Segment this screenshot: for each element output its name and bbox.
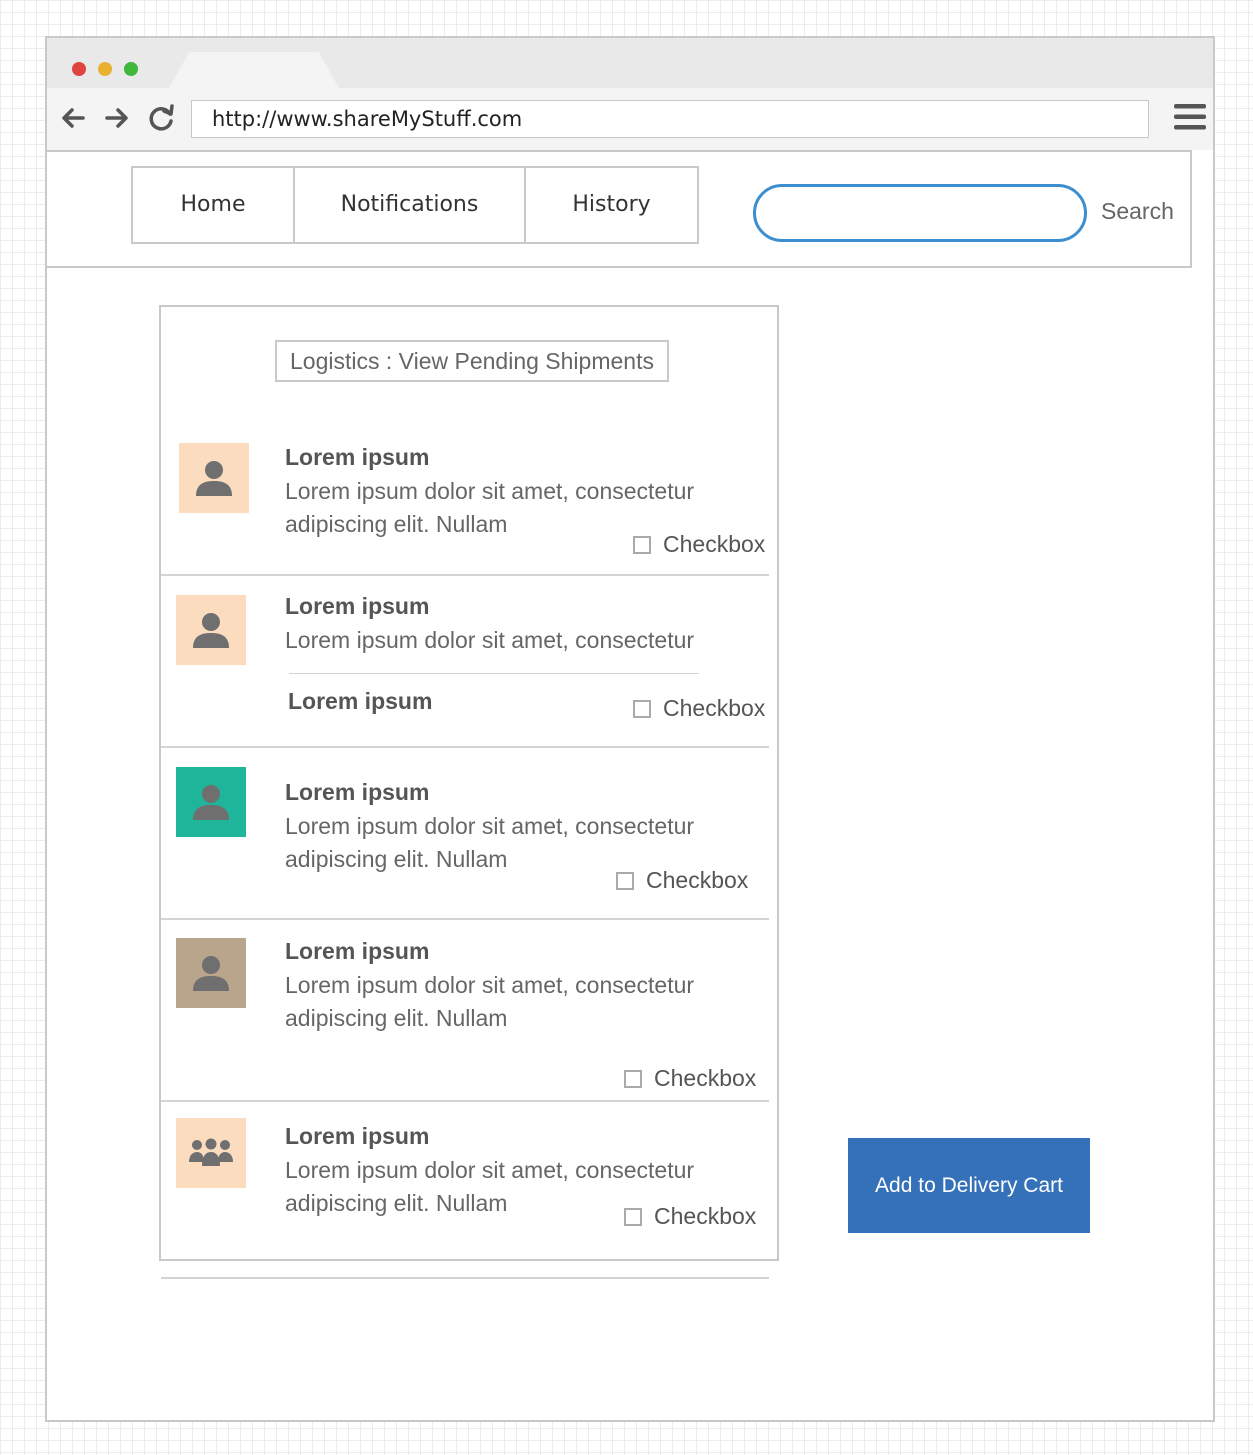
item-subtitle: Lorem ipsum [288,688,433,714]
checkbox-icon[interactable] [633,699,651,718]
item-description: Lorem ipsum dolor sit amet, consectetur … [285,972,695,1031]
checkbox-icon[interactable] [624,1069,642,1088]
person-icon [193,785,229,820]
item-title: Lorem ipsum [285,444,430,470]
item-divider [161,918,769,920]
checkbox-label: Checkbox [646,867,749,893]
avatar [176,1118,246,1188]
item-description: Lorem ipsum dolor sit amet, consectetur [285,627,695,653]
item-checkbox[interactable]: Checkbox [633,531,765,558]
site-navbar: Home Notifications History Search [47,150,1192,268]
add-to-delivery-cart-button[interactable]: Add to Delivery Cart [848,1138,1090,1233]
checkbox-icon[interactable] [624,1207,642,1226]
item-checkbox[interactable]: Checkbox [616,867,748,894]
checkbox-icon[interactable] [633,535,651,554]
sub-divider [289,673,699,674]
panel-bottom-divider [161,1277,769,1279]
search-label[interactable]: Search [1101,198,1174,225]
minimize-window-dot[interactable] [98,62,112,76]
avatar [176,767,246,837]
item-title: Lorem ipsum [285,1123,430,1149]
maximize-window-dot[interactable] [124,62,138,76]
browser-titlebar [47,38,1213,88]
close-window-dot[interactable] [72,62,86,76]
panel-title: Logistics : View Pending Shipments [275,340,669,382]
checkbox-label: Checkbox [654,1065,757,1091]
person-icon [196,461,232,496]
pending-shipments-panel: Logistics : View Pending Shipments Lorem… [159,305,779,1261]
group-icon [189,1138,233,1166]
item-checkbox[interactable]: Checkbox [633,695,765,722]
item-divider [161,1100,769,1102]
back-arrow-icon[interactable] [57,102,89,134]
forward-arrow-icon[interactable] [101,102,133,134]
tab-home[interactable]: Home [133,168,295,242]
tab-notifications[interactable]: Notifications [295,168,526,242]
avatar [176,595,246,665]
person-icon [193,613,229,648]
checkbox-label: Checkbox [663,695,766,721]
item-checkbox[interactable]: Checkbox [624,1203,756,1230]
reload-icon[interactable] [145,102,177,134]
avatar [179,443,249,513]
item-divider [161,746,769,748]
tab-history[interactable]: History [526,168,697,242]
item-checkbox[interactable]: Checkbox [624,1065,756,1092]
checkbox-label: Checkbox [663,531,766,557]
checkbox-icon[interactable] [616,871,634,890]
avatar [176,938,246,1008]
item-title: Lorem ipsum [285,593,430,619]
hamburger-menu-icon[interactable] [1173,100,1207,134]
browser-window: http://www.shareMyStuff.com Home Notific… [45,36,1215,1422]
browser-tab[interactable] [169,52,339,88]
item-divider [161,574,769,576]
url-field[interactable]: http://www.shareMyStuff.com [191,100,1149,138]
item-title: Lorem ipsum [285,938,430,964]
search-input[interactable] [753,184,1087,242]
nav-tab-group: Home Notifications History [131,166,699,244]
person-icon [193,956,229,991]
item-title: Lorem ipsum [285,779,430,805]
checkbox-label: Checkbox [654,1203,757,1229]
address-bar-row: http://www.shareMyStuff.com [47,88,1213,150]
